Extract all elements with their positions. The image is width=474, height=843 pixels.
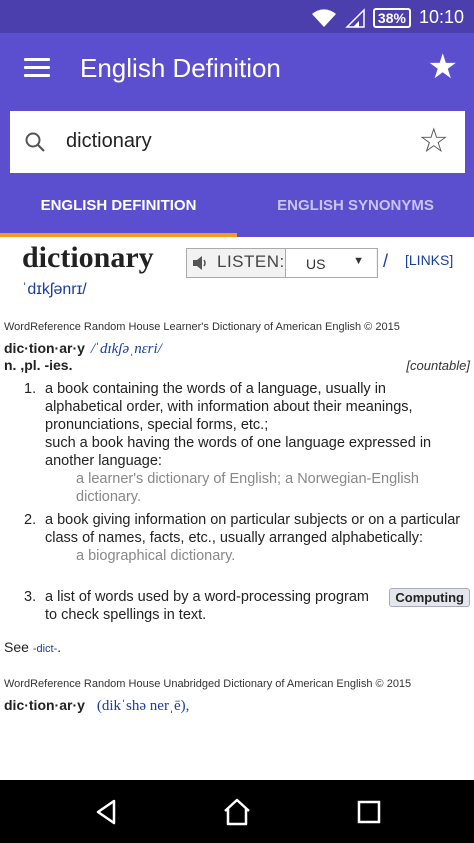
entry-word: dic·tion·ar·y/ˈdɪkʃəˌnɛri/ <box>4 340 162 358</box>
app-title: English Definition <box>80 53 281 83</box>
sense-text: a book containing the words of a languag… <box>45 381 413 433</box>
speaker-icon[interactable] <box>191 254 209 272</box>
definition-content[interactable]: dictionary LISTEN: US ▼ / [LINKS] ˈdɪkʃə… <box>0 237 474 780</box>
pron-slash: / <box>383 251 389 271</box>
back-icon[interactable] <box>92 797 122 827</box>
sense-number: 3. <box>24 589 37 605</box>
tab-label: ENGLISH DEFINITION <box>40 197 197 214</box>
search-input[interactable] <box>66 130 386 153</box>
listen-label: LISTEN: <box>217 252 285 271</box>
chevron-down-icon: ▼ <box>353 255 364 267</box>
menu-icon[interactable] <box>24 58 50 78</box>
search-box[interactable]: ☆ <box>10 111 465 173</box>
sense-text: a book giving information on particular … <box>45 512 461 546</box>
listen-control[interactable]: LISTEN: US ▼ <box>186 248 378 278</box>
entry-pron: (dikˈshə nerˌē), <box>96 698 190 714</box>
tab-bar: ENGLISH DEFINITION ENGLISH SYNONYMS <box>0 183 474 237</box>
source-learners: WordReference Random House Learner's Dic… <box>4 321 400 333</box>
entry-pron: /ˈdɪkʃəˌnɛri/ <box>90 341 162 357</box>
countable-label: [countable] <box>406 358 470 373</box>
sense-text-2: such a book having the words of one lang… <box>45 435 432 469</box>
tab-english-synonyms[interactable]: ENGLISH SYNONYMS <box>237 183 474 237</box>
sense-number: 1. <box>24 381 37 397</box>
star-outline-icon[interactable]: ☆ <box>419 121 449 161</box>
search-area: ☆ <box>0 105 474 183</box>
accent-select[interactable]: US ▼ <box>285 249 376 277</box>
home-icon[interactable] <box>222 797 252 827</box>
sense-number: 2. <box>24 512 37 528</box>
part-of-speech: n. ,pl. -ies. <box>4 357 73 373</box>
sense-1: 1. a book containing the words of a lang… <box>24 380 464 506</box>
search-icon <box>25 132 45 152</box>
system-nav-bar <box>0 780 474 843</box>
clock: 10:10 <box>418 7 464 27</box>
entry-syllables: dic·tion·ar·y <box>4 340 85 356</box>
status-icons: 38% 10:10 <box>311 7 464 28</box>
see-end: . <box>57 639 62 655</box>
see-label: See <box>4 639 29 655</box>
sense-example: a learner's dictionary of English; a Nor… <box>76 471 419 505</box>
recents-icon[interactable] <box>354 797 384 827</box>
sense-example: a biographical dictionary. <box>76 548 236 564</box>
see-also: See -dict-. <box>4 639 61 655</box>
links-link[interactable]: [LINKS] <box>405 252 453 268</box>
ipa-pronunciation: ˈdɪkʃənrɪ/ <box>22 281 87 298</box>
computing-badge: Computing <box>389 588 470 607</box>
accent-value: US <box>306 256 326 272</box>
battery-indicator: 38% <box>372 7 411 28</box>
tab-english-definition[interactable]: ENGLISH DEFINITION <box>0 183 237 237</box>
entry-syllables: dic·tion·ar·y <box>4 697 85 713</box>
sense-2: 2. a book giving information on particul… <box>24 511 464 565</box>
see-link[interactable]: -dict- <box>33 643 57 655</box>
star-icon[interactable]: ★ <box>428 49 458 85</box>
tab-label: ENGLISH SYNONYMS <box>277 197 434 214</box>
app-bar: English Definition ★ <box>0 33 474 105</box>
sense-3: 3. a list of words used by a word-proces… <box>24 588 384 624</box>
status-bar: 38% 10:10 <box>0 0 474 33</box>
wifi-icon <box>311 8 336 27</box>
signal-icon <box>345 7 365 28</box>
sense-text: a list of words used by a word-processin… <box>45 589 369 623</box>
source-unabridged: WordReference Random House Unabridged Di… <box>4 678 412 690</box>
headword: dictionary <box>22 241 154 274</box>
entry-word-2: dic·tion·ar·y (dikˈshə nerˌē), <box>4 697 189 715</box>
